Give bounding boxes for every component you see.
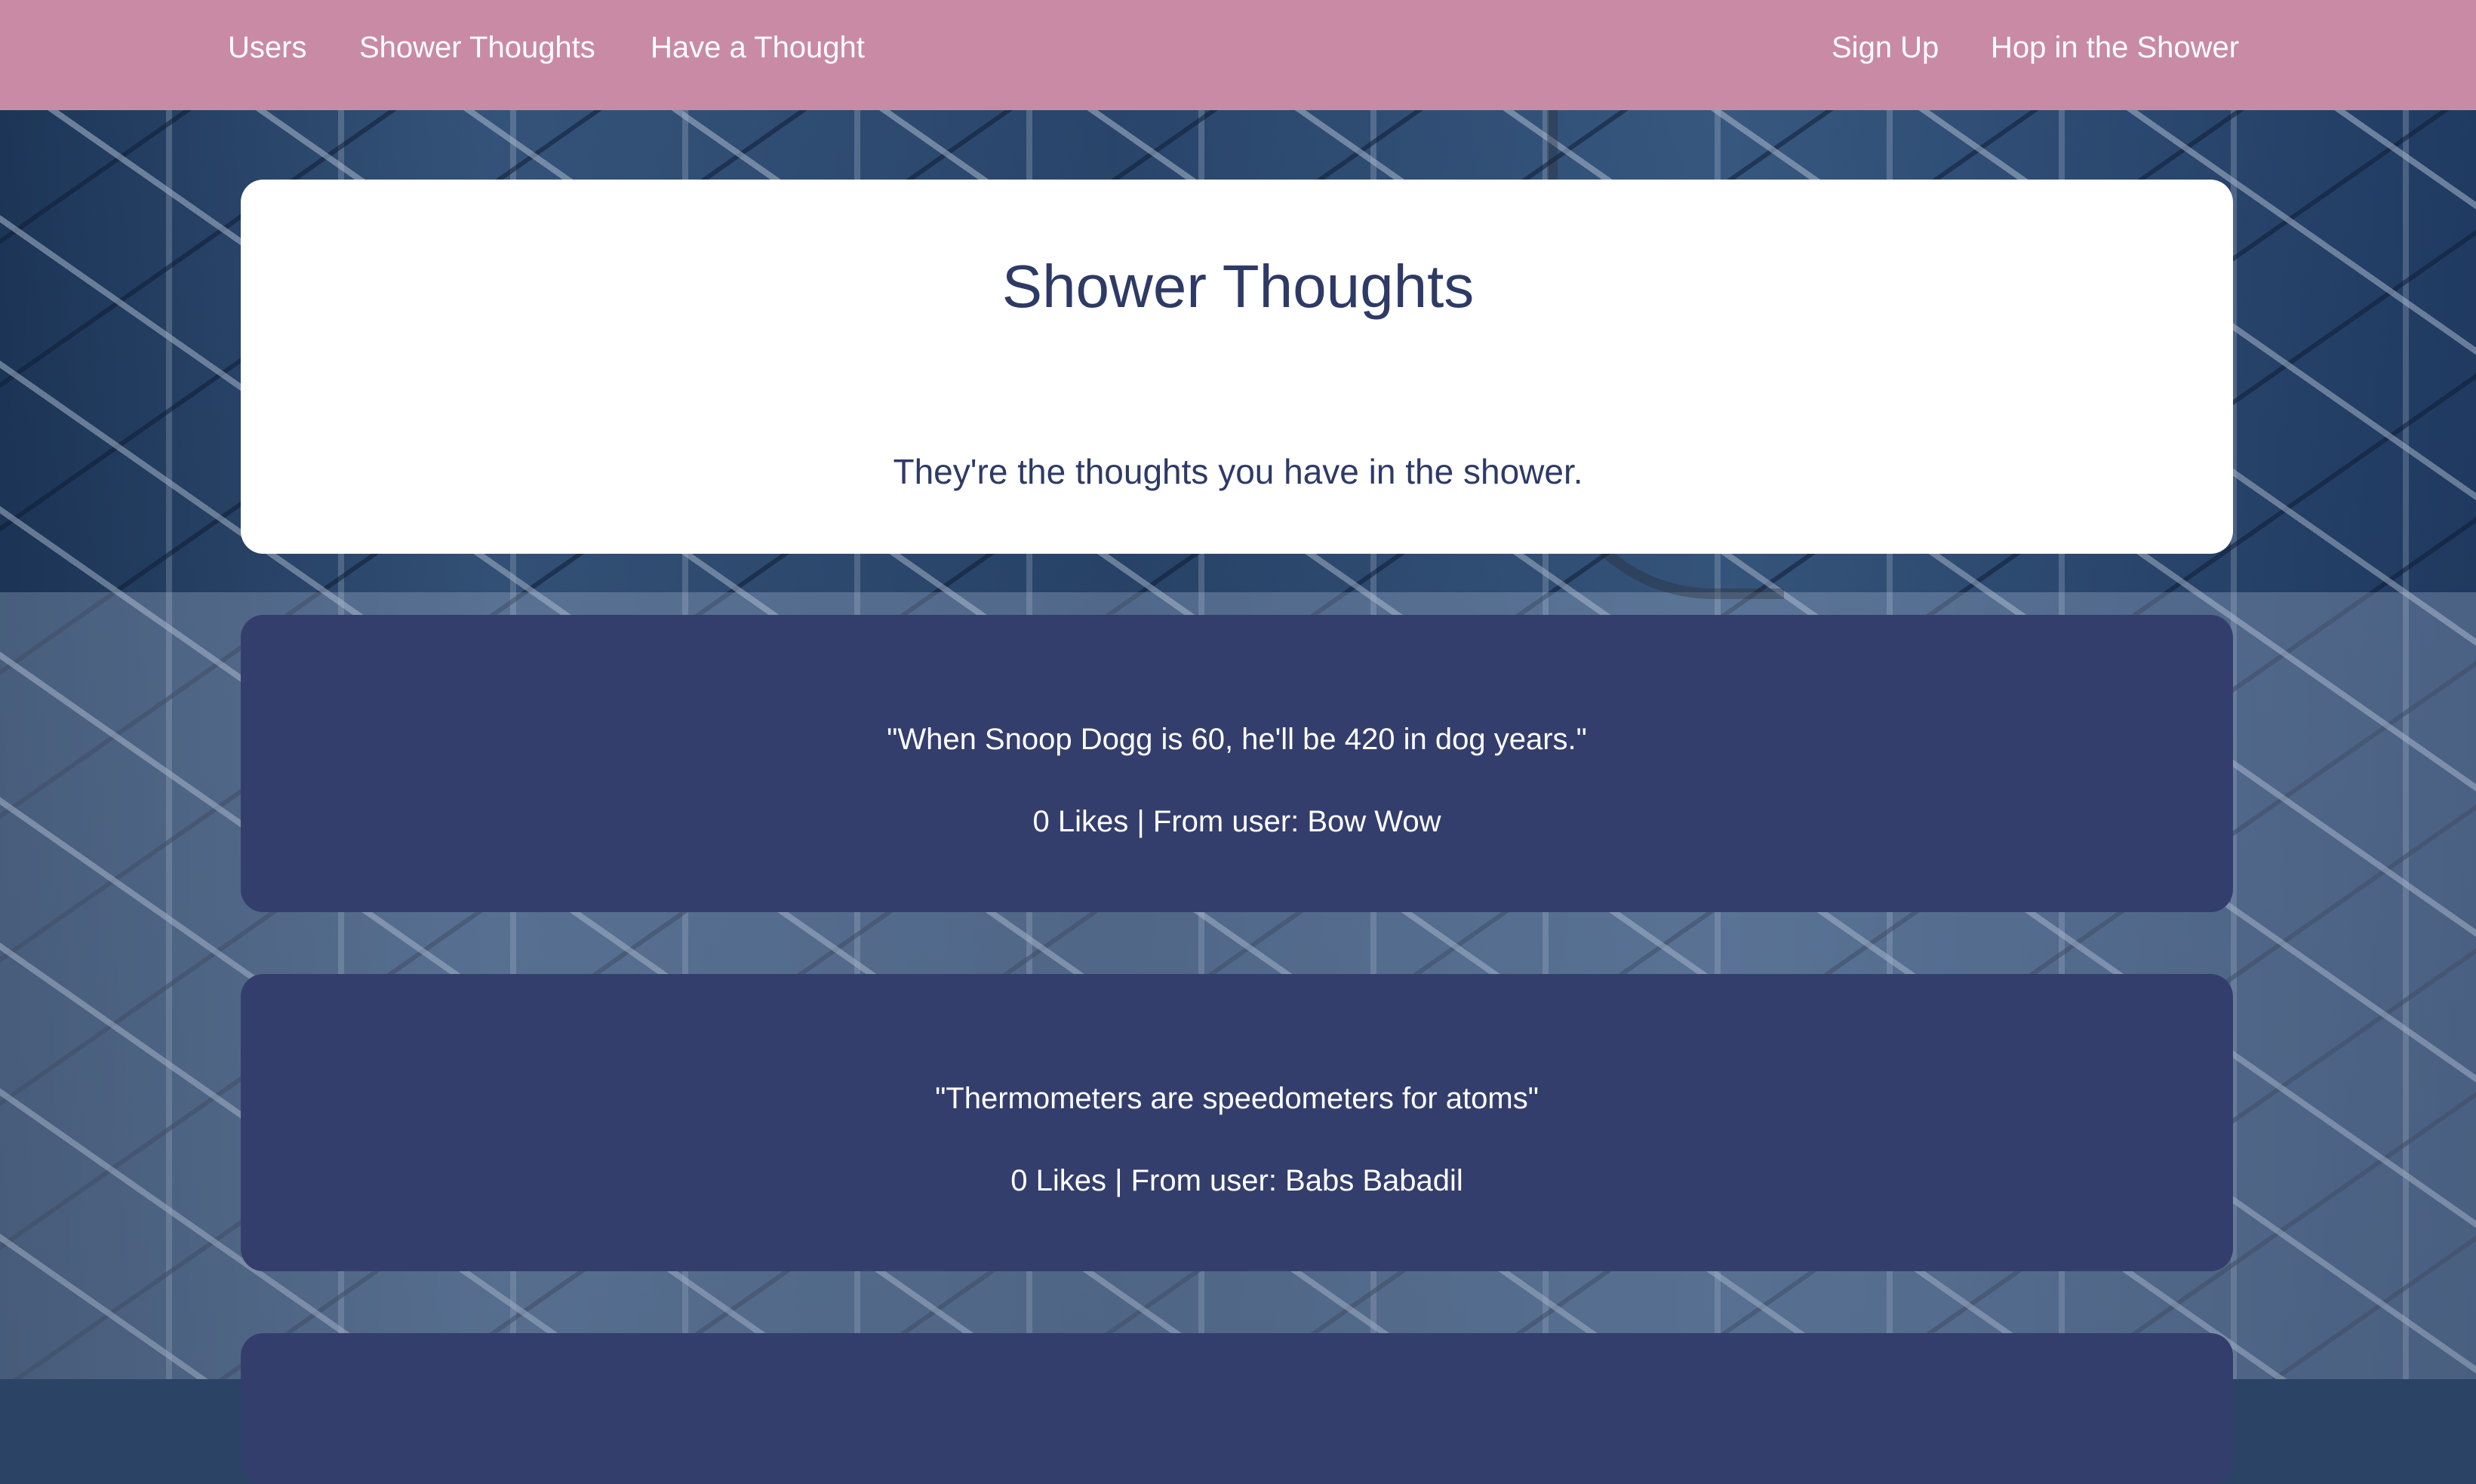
nav-login-link[interactable]: Hop in the Shower — [1991, 0, 2239, 95]
nav-have-a-thought-link[interactable]: Have a Thought — [651, 0, 865, 95]
nav-users-link[interactable]: Users — [228, 0, 306, 95]
thought-quote: "When Snoop Dogg is 60, he'll be 420 in … — [887, 723, 1587, 756]
page-title: Shower Thoughts — [1001, 253, 1475, 320]
thought-quote: "Thermometers are speedometers for atoms… — [935, 1082, 1539, 1115]
nav-shower-thoughts-link[interactable]: Shower Thoughts — [359, 0, 595, 95]
navbar: Users Shower Thoughts Have a Thought Sig… — [0, 0, 2476, 110]
thought-card: "Thermometers are speedometers for atoms… — [241, 974, 2233, 1271]
page-subtitle: They're the thoughts you have in the sho… — [893, 452, 1583, 491]
nav-sign-up-link[interactable]: Sign Up — [1832, 0, 1939, 95]
thought-card — [241, 1333, 2233, 1484]
thought-meta: 0 Likes | From user: Babs Babadil — [1010, 1164, 1463, 1197]
thought-card: "When Snoop Dogg is 60, he'll be 420 in … — [241, 615, 2233, 912]
thought-meta: 0 Likes | From user: Bow Wow — [1032, 805, 1441, 838]
